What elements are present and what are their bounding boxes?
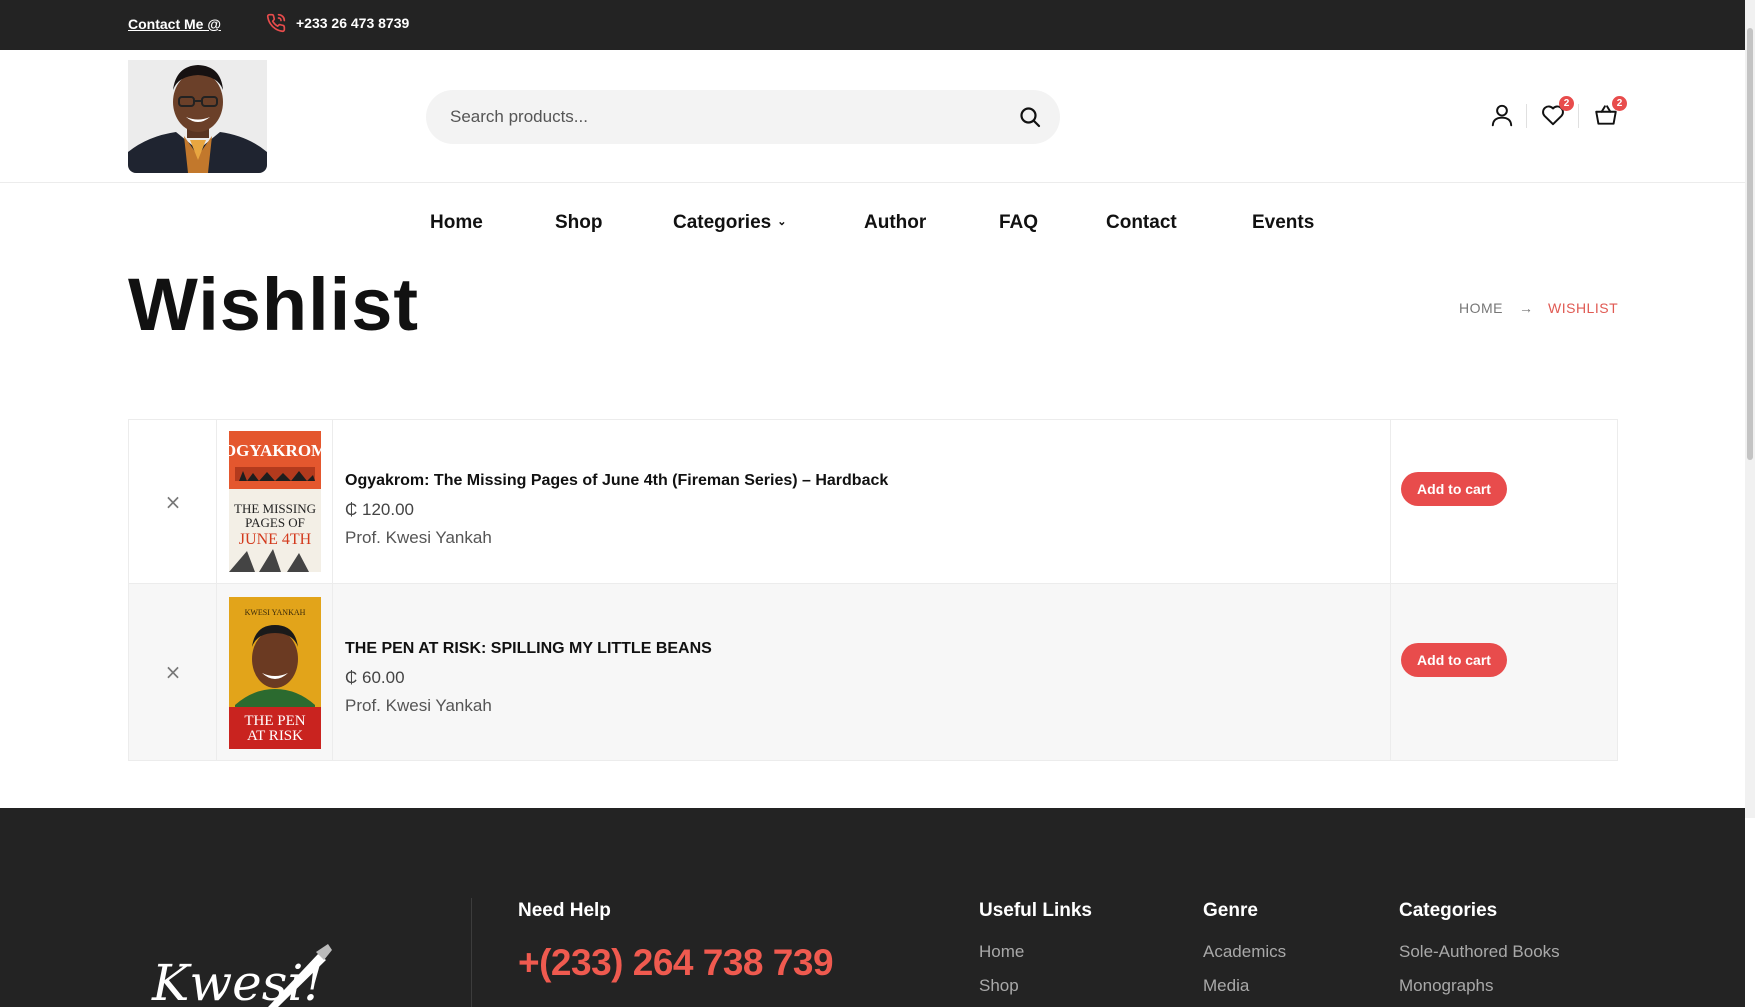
book-cover-pen-at-risk[interactable]: KWESI YANKAH THE PEN AT RISK — [229, 597, 321, 749]
phone-icon — [266, 13, 286, 33]
thumbnail-cell: KWESI YANKAH THE PEN AT RISK — [217, 584, 333, 760]
add-to-cart-button[interactable]: Add to cart — [1401, 472, 1507, 506]
topbar-phone[interactable]: +233 26 473 8739 — [296, 15, 409, 31]
site-footer: Kwesi! Need Help +(233) 264 738 739 Usef… — [0, 808, 1745, 1007]
site-header: 2 2 — [0, 50, 1745, 183]
nav-item-shop[interactable]: Shop — [555, 212, 603, 234]
nav-item-label: Categories — [673, 212, 772, 233]
product-info-cell: THE PEN AT RISK: SPILLING MY LITTLE BEAN… — [333, 584, 1391, 760]
cover-title: OGYAKROM — [229, 441, 321, 460]
footer-link-home[interactable]: Home — [979, 942, 1024, 962]
cover-subtitle: PAGES OF — [245, 515, 305, 530]
footer-link-academics[interactable]: Academics — [1203, 942, 1286, 962]
account-icon[interactable] — [1489, 102, 1515, 128]
contact-link[interactable]: Contact Me @ — [128, 16, 221, 32]
useful-links-heading: Useful Links — [979, 900, 1092, 921]
cover-subtitle: THE MISSING — [234, 501, 316, 516]
nav-item-events[interactable]: Events — [1252, 212, 1314, 234]
remove-item-icon[interactable]: × — [164, 660, 182, 684]
product-name-link[interactable]: THE PEN AT RISK: SPILLING MY LITTLE BEAN… — [345, 640, 712, 658]
remove-cell: × — [129, 420, 217, 583]
wishlist-row: × OGYAKROM THE MISSING PAGES OF JUNE 4TH… — [129, 420, 1617, 584]
book-cover-ogyakrom[interactable]: OGYAKROM THE MISSING PAGES OF JUNE 4TH — [223, 431, 327, 572]
breadcrumb-current: WISHLIST — [1548, 300, 1619, 316]
page-title: Wishlist — [128, 263, 420, 346]
search-bar — [426, 90, 1060, 144]
chevron-down-icon: ⌄ — [777, 216, 787, 228]
remove-cell: × — [129, 584, 217, 760]
action-cell: Add to cart — [1391, 420, 1618, 583]
header-divider — [1578, 104, 1579, 128]
cart-icon[interactable]: 2 — [1593, 96, 1627, 128]
genre-heading: Genre — [1203, 900, 1258, 921]
main-nav: Home Shop Categories ⌄ Author FAQ Contact… — [0, 184, 1745, 264]
product-name-link[interactable]: Ogyakrom: The Missing Pages of June 4th … — [345, 472, 888, 490]
wishlist-count-badge: 2 — [1559, 96, 1574, 111]
product-author: Prof. Kwesi Yankah — [345, 528, 492, 547]
product-author: Prof. Kwesi Yankah — [345, 696, 492, 715]
nav-item-contact[interactable]: Contact — [1106, 212, 1177, 234]
scrollbar-thumb[interactable] — [1747, 28, 1753, 460]
remove-item-icon[interactable]: × — [164, 490, 182, 514]
signature-logo[interactable]: Kwesi! — [150, 938, 340, 1007]
wishlist-table: × OGYAKROM THE MISSING PAGES OF JUNE 4TH… — [128, 419, 1618, 761]
need-help-heading: Need Help — [518, 900, 611, 921]
nav-item-faq[interactable]: FAQ — [999, 212, 1038, 234]
page-scrollbar[interactable] — [1745, 0, 1755, 818]
footer-link-sole-authored-books[interactable]: Sole-Authored Books — [1399, 942, 1560, 962]
breadcrumb-arrow-icon: → — [1519, 300, 1534, 316]
breadcrumb-home[interactable]: HOME — [1459, 300, 1503, 316]
product-info-cell: Ogyakrom: The Missing Pages of June 4th … — [333, 420, 1391, 583]
nav-item-author[interactable]: Author — [864, 212, 926, 234]
thumbnail-cell: OGYAKROM THE MISSING PAGES OF JUNE 4TH — [217, 420, 333, 583]
cover-author: KWESI YANKAH — [245, 608, 306, 617]
categories-heading: Categories — [1399, 900, 1498, 921]
action-cell: Add to cart — [1391, 584, 1618, 760]
add-to-cart-button[interactable]: Add to cart — [1401, 643, 1507, 677]
search-input[interactable] — [450, 90, 990, 144]
cart-count-badge: 2 — [1612, 96, 1627, 111]
wishlist-row: × KWESI YANKAH THE PEN AT RISK THE PEN A… — [129, 584, 1617, 760]
footer-link-shop[interactable]: Shop — [979, 976, 1019, 996]
footer-divider — [471, 898, 472, 1007]
search-icon[interactable] — [1018, 105, 1042, 129]
footer-link-monographs[interactable]: Monographs — [1399, 976, 1494, 996]
help-phone[interactable]: +(233) 264 738 739 — [518, 942, 834, 984]
header-divider — [1526, 104, 1527, 128]
nav-item-categories[interactable]: Categories ⌄ — [673, 212, 786, 234]
cover-title: AT RISK — [247, 728, 303, 744]
product-price: ₵ 120.00 — [345, 500, 414, 519]
cover-title: THE PEN — [244, 713, 305, 729]
author-logo-photo[interactable] — [128, 60, 267, 173]
wishlist-icon[interactable]: 2 — [1540, 96, 1574, 128]
cover-subtitle: JUNE 4TH — [239, 531, 312, 548]
footer-link-media[interactable]: Media — [1203, 976, 1249, 996]
top-bar: Contact Me @ +233 26 473 8739 — [0, 0, 1755, 50]
nav-item-home[interactable]: Home — [430, 212, 483, 234]
product-price: ₵ 60.00 — [345, 668, 405, 687]
